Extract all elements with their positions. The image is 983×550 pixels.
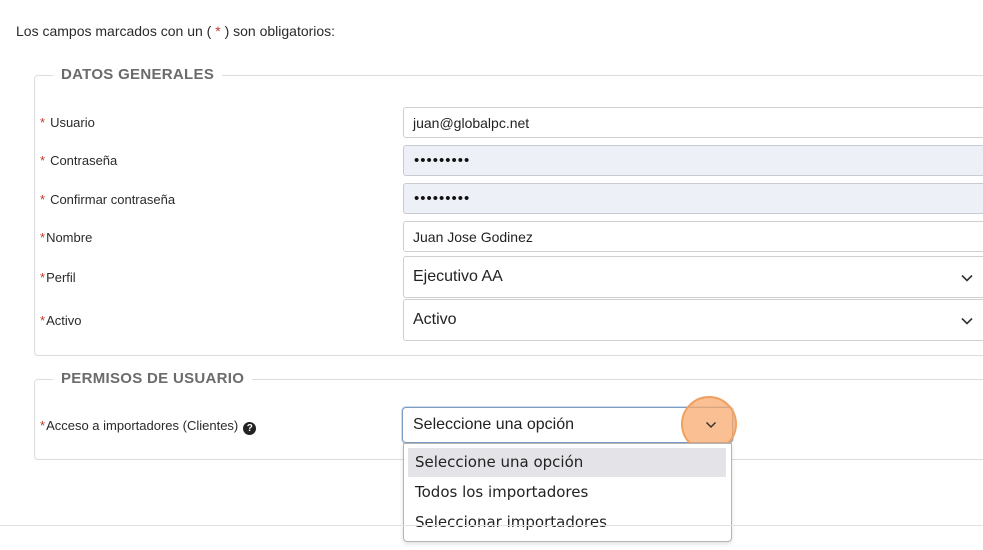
chevron-down-icon bbox=[961, 274, 973, 282]
activo-value: Activo bbox=[413, 311, 457, 328]
acceso-importadores-label: *Acceso a importadores (Clientes)? bbox=[40, 418, 257, 435]
required-fields-note: Los campos marcados con un ( * ) son obl… bbox=[16, 23, 335, 39]
nombre-value: Juan Jose Godinez bbox=[413, 229, 533, 245]
option-seleccione[interactable]: Seleccione una opción bbox=[408, 448, 726, 477]
intro-prefix: Los campos marcados con un ( bbox=[16, 23, 212, 39]
required-star: * bbox=[215, 23, 221, 39]
perfil-value: Ejecutivo AA bbox=[413, 268, 503, 285]
datos-generales-legend: DATOS GENERALES bbox=[53, 66, 223, 83]
confirmar-contrasena-field[interactable]: ••••••••• bbox=[403, 183, 983, 214]
importadores-dropdown-list: Seleccione una opción Todos los importad… bbox=[403, 443, 732, 542]
perfil-select[interactable]: Ejecutivo AA bbox=[403, 256, 983, 298]
confirmar-value: ••••••••• bbox=[414, 190, 471, 207]
activo-label: *Activo bbox=[40, 313, 82, 328]
usuario-value: juan@globalpc.net bbox=[413, 115, 530, 131]
activo-select[interactable]: Activo bbox=[403, 299, 983, 341]
acceso-importadores-value: Seleccione una opción bbox=[413, 416, 575, 433]
question-circle-icon[interactable]: ? bbox=[243, 422, 257, 435]
contrasena-value: ••••••••• bbox=[414, 152, 471, 169]
permisos-legend: PERMISOS DE USUARIO bbox=[53, 370, 253, 387]
nombre-field[interactable]: Juan Jose Godinez bbox=[403, 221, 983, 252]
option-seleccionar-importadores[interactable]: Seleccionar importadores bbox=[408, 508, 726, 537]
contrasena-field[interactable]: ••••••••• bbox=[403, 145, 983, 176]
contrasena-label: * Contraseña bbox=[40, 153, 118, 168]
nombre-label: *Nombre bbox=[40, 230, 93, 245]
chevron-down-icon bbox=[961, 317, 973, 325]
option-todos-importadores[interactable]: Todos los importadores bbox=[408, 478, 726, 507]
confirmar-label: * Confirmar contraseña bbox=[40, 192, 176, 207]
usuario-label: * Usuario bbox=[40, 115, 95, 130]
intro-suffix: ) son obligatorios: bbox=[224, 23, 336, 39]
perfil-label: *Perfil bbox=[40, 270, 76, 285]
divider bbox=[0, 525, 983, 526]
chevron-down-icon bbox=[705, 421, 717, 429]
usuario-field[interactable]: juan@globalpc.net bbox=[403, 107, 983, 138]
